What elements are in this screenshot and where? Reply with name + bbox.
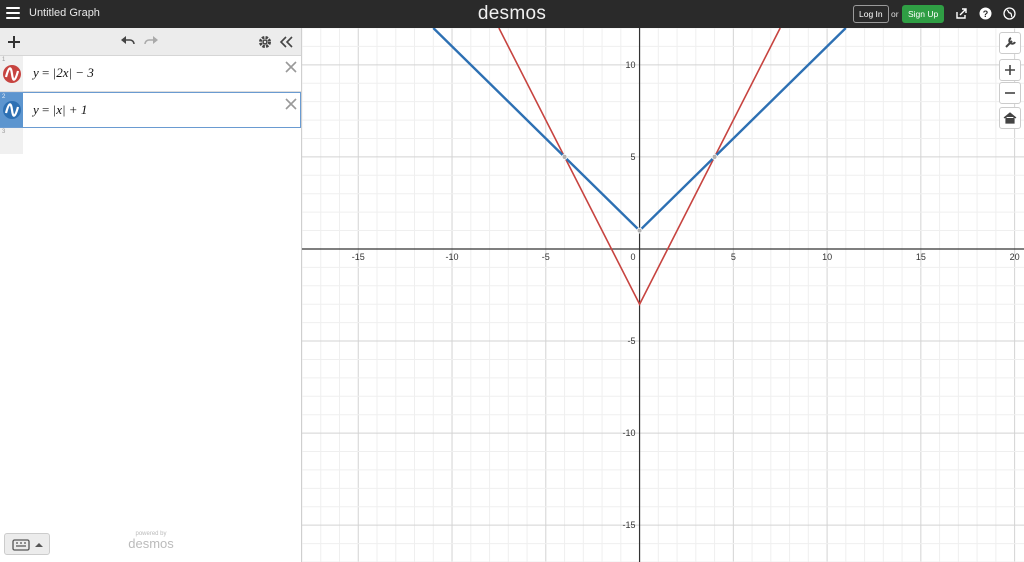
svg-text:?: ? xyxy=(983,9,989,19)
or-label: or xyxy=(891,9,899,19)
expression-number: 3 xyxy=(2,129,6,135)
expression-tab-2: 2 xyxy=(0,93,23,127)
origin-label: 0 xyxy=(631,252,636,262)
delete-expression-icon[interactable] xyxy=(285,97,297,110)
redo-icon[interactable] xyxy=(143,33,159,51)
expression-body: |2x| − 3 xyxy=(52,65,94,80)
graph-paper[interactable]: -15 -10 -5 5 10 15 20 10 5 -5 -10 -15 0 xyxy=(302,28,1024,562)
expression-row-1[interactable]: 1 y = |2x| − 3 xyxy=(0,56,301,92)
log-in-button[interactable]: Log In xyxy=(853,5,889,23)
expression-row-3[interactable]: 3 xyxy=(0,128,301,154)
sign-up-button[interactable]: Sign Up xyxy=(902,5,945,23)
expression-tab-3: 3 xyxy=(0,128,23,154)
point-of-interest-marker xyxy=(711,153,718,160)
point-of-interest-marker xyxy=(636,227,643,234)
add-item-icon[interactable] xyxy=(7,33,21,51)
expression-row-2[interactable]: 2 y = |x| + 1 xyxy=(0,92,301,128)
y-tick-label: -5 xyxy=(628,336,636,346)
point-of-interest-marker xyxy=(561,153,568,160)
x-tick-label: 10 xyxy=(822,252,832,262)
expression-variable: y xyxy=(33,65,39,80)
expression-number: 1 xyxy=(2,57,6,63)
settings-gear-icon[interactable] xyxy=(258,33,272,51)
default-zoom-home-button[interactable] xyxy=(999,107,1021,129)
expression-input-2[interactable]: y = |x| + 1 xyxy=(33,102,87,118)
delete-expression-icon[interactable] xyxy=(285,60,297,73)
undo-icon[interactable] xyxy=(120,33,136,51)
x-tick-label: -15 xyxy=(352,252,365,262)
expression-number: 2 xyxy=(2,94,6,100)
share-icon[interactable] xyxy=(955,7,968,20)
expression-variable: y xyxy=(33,102,39,117)
y-tick-label: 10 xyxy=(626,60,636,70)
x-tick-label: -10 xyxy=(446,252,459,262)
y-tick-label: -10 xyxy=(623,428,636,438)
x-tick-label: -5 xyxy=(542,252,550,262)
graph-color-toggle-icon[interactable] xyxy=(3,65,21,83)
hamburger-menu-icon[interactable] xyxy=(6,7,20,19)
help-icon[interactable]: ? xyxy=(979,7,992,20)
x-tick-label: 5 xyxy=(731,252,736,262)
powered-by-brand: desmos xyxy=(128,536,174,551)
expression-input-1[interactable]: y = |2x| − 3 xyxy=(33,65,94,81)
collapse-panel-icon[interactable] xyxy=(279,33,293,51)
top-bar: Untitled Graph desmos Log In or Sign Up … xyxy=(0,0,1024,28)
expression-toolbar xyxy=(0,28,301,56)
y-tick-label: -15 xyxy=(623,520,636,530)
expression-tab-1: 1 xyxy=(0,56,23,91)
graph-color-toggle-icon[interactable] xyxy=(3,101,21,119)
expression-equals: = xyxy=(42,65,50,80)
expression-body: |x| + 1 xyxy=(52,102,88,117)
globe-icon[interactable] xyxy=(1003,7,1016,20)
x-tick-label: 20 xyxy=(1010,252,1020,262)
graph-title[interactable]: Untitled Graph xyxy=(29,7,100,19)
graph-settings-button[interactable] xyxy=(999,32,1021,54)
zoom-out-button[interactable] xyxy=(999,82,1021,104)
keypad-toggle-button[interactable] xyxy=(4,533,50,555)
graph-canvas[interactable]: -15 -10 -5 5 10 15 20 10 5 -5 -10 -15 0 xyxy=(302,28,1024,562)
x-tick-label: 15 xyxy=(916,252,926,262)
expression-panel: 1 y = |2x| − 3 2 y = |x| + 1 3 powered b… xyxy=(0,28,302,562)
expression-equals: = xyxy=(42,102,50,117)
zoom-in-button[interactable] xyxy=(999,59,1021,81)
powered-by-desmos-logo: powered by desmos xyxy=(118,531,184,550)
y-tick-label: 5 xyxy=(631,152,636,162)
